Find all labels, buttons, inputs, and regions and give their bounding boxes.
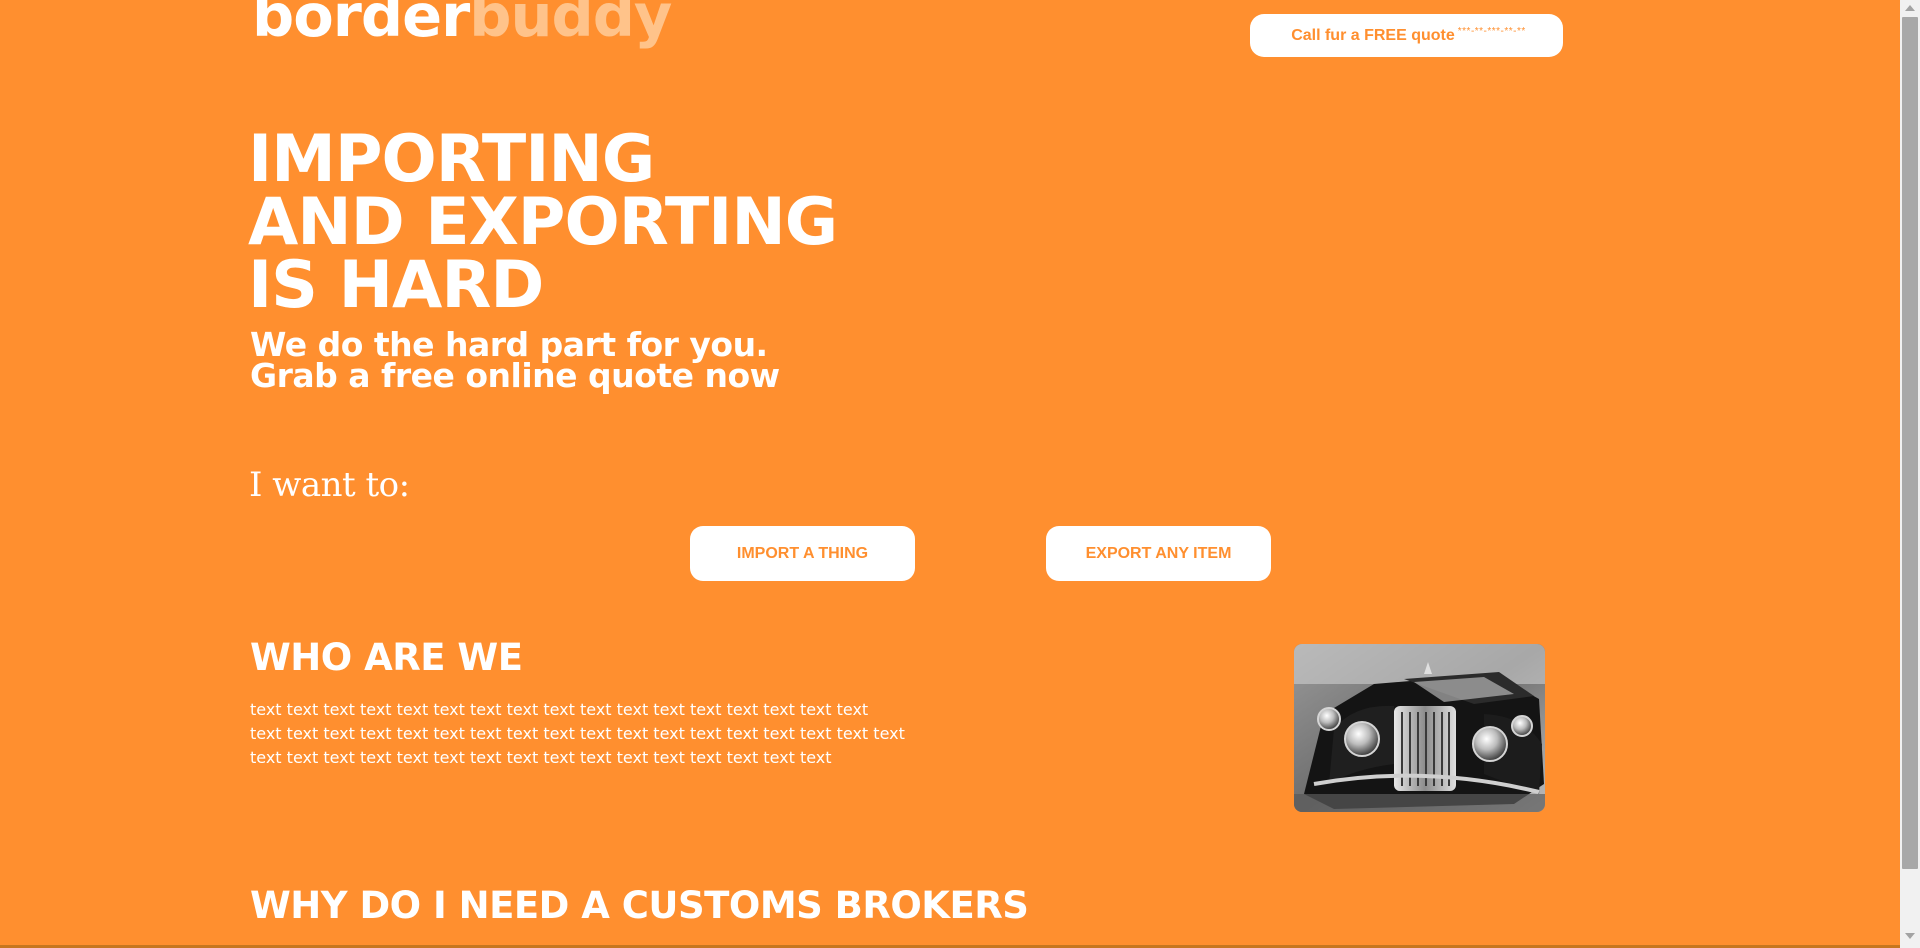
- quote-phone-number: ***-**-***-**-**: [1457, 26, 1526, 37]
- hero-title: IMPORTING AND EXPORTING IS HARD: [248, 122, 838, 323]
- who-text-line: text text text text text text text text …: [250, 748, 832, 767]
- vintage-car-illustration: [1294, 644, 1545, 812]
- vintage-car-photo: [1294, 644, 1545, 812]
- scroll-up-arrow-icon[interactable]: [1905, 5, 1915, 11]
- who-are-we-text: text text text text text text text text …: [250, 698, 950, 770]
- vertical-scrollbar[interactable]: [1900, 0, 1920, 948]
- why-need-customs-broker-heading: WHY DO I NEED A CUSTOMS BROKERS: [250, 884, 1029, 927]
- call-free-quote-button[interactable]: Call fur a FREE quote ***-**-***-**-**: [1250, 14, 1563, 57]
- hero-title-line: AND EXPORTING: [248, 185, 838, 260]
- who-text-line: text text text text text text text text …: [250, 700, 869, 719]
- scroll-down-arrow-icon[interactable]: [1905, 933, 1915, 939]
- logo-word-border: border: [252, 0, 470, 50]
- quote-button-label: Call fur a FREE quote: [1291, 26, 1455, 44]
- scrollbar-thumb[interactable]: [1902, 17, 1918, 869]
- hero-subtitle-line: Grab a free online quote now: [250, 356, 780, 395]
- hero-title-line: IMPORTING: [248, 122, 655, 197]
- i-want-to-prompt: I want to:: [249, 465, 410, 505]
- hero-title-line: IS HARD: [248, 248, 544, 323]
- hero-subtitle: We do the hard part for you. Grab a free…: [250, 328, 780, 395]
- export-any-item-button[interactable]: EXPORT ANY ITEM: [1046, 526, 1271, 581]
- who-text-line: text text text text text text text text …: [250, 724, 905, 743]
- page: borderbuddy Call fur a FREE quote ***-**…: [0, 0, 1900, 948]
- logo[interactable]: borderbuddy: [252, 0, 672, 45]
- logo-word-buddy: buddy: [469, 0, 672, 50]
- import-a-thing-button[interactable]: IMPORT A THING: [690, 526, 915, 581]
- who-are-we-heading: WHO ARE WE: [250, 636, 523, 679]
